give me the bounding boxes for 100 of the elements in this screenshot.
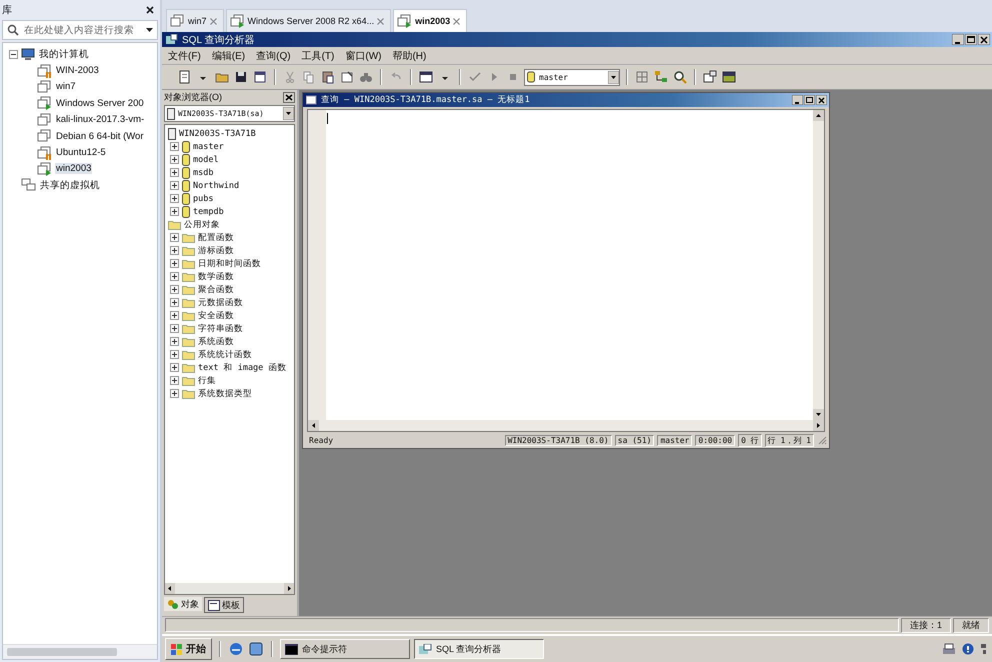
scroll-right-icon[interactable] bbox=[813, 420, 824, 431]
expand-icon[interactable] bbox=[170, 363, 179, 372]
close-button-icon[interactable] bbox=[816, 95, 827, 105]
scroll-left-icon[interactable] bbox=[308, 420, 319, 431]
tree-item[interactable]: Northwind bbox=[193, 180, 240, 190]
tree-item[interactable]: win7 bbox=[55, 81, 77, 92]
check-icon[interactable] bbox=[468, 70, 482, 84]
expand-icon[interactable] bbox=[170, 298, 179, 307]
object-browser-icon[interactable] bbox=[654, 70, 668, 84]
tree-item[interactable]: pubs bbox=[193, 194, 214, 204]
clear-icon[interactable] bbox=[340, 70, 354, 84]
results-grid-icon[interactable] bbox=[419, 70, 433, 84]
close-icon[interactable] bbox=[146, 6, 154, 14]
taskbar-button[interactable]: SQL 查询分析器 bbox=[414, 639, 544, 659]
taskbar-button[interactable]: 命令提示符 bbox=[280, 639, 410, 659]
tree-item[interactable]: 数学函数 bbox=[198, 270, 234, 282]
expand-icon[interactable] bbox=[170, 272, 179, 281]
tree-item[interactable]: text 和 image 函数 bbox=[198, 362, 286, 374]
tab[interactable]: win7 bbox=[166, 9, 224, 32]
vertical-scrollbar[interactable] bbox=[813, 110, 824, 420]
tree-item[interactable]: 聚合函数 bbox=[198, 284, 234, 296]
tree-item[interactable]: WIN-2003 bbox=[55, 65, 100, 76]
tree-item[interactable]: 我的计算机 bbox=[38, 48, 90, 61]
tab[interactable]: 对象 bbox=[164, 597, 202, 611]
expand-icon[interactable] bbox=[170, 246, 179, 255]
expand-icon[interactable] bbox=[170, 311, 179, 320]
tree-item[interactable]: 日期和时间函数 bbox=[198, 258, 261, 270]
expand-icon[interactable] bbox=[170, 376, 179, 385]
expand-icon[interactable] bbox=[170, 233, 179, 242]
tree-item[interactable]: 游标函数 bbox=[198, 244, 234, 256]
expand-icon[interactable] bbox=[170, 155, 179, 164]
scroll-left-icon[interactable] bbox=[165, 583, 175, 594]
tree-item[interactable]: 配置函数 bbox=[198, 232, 234, 244]
paste-icon[interactable] bbox=[321, 70, 335, 84]
search-field[interactable]: 在此处键入内容进行搜索 bbox=[2, 20, 158, 40]
tree-item[interactable]: 系统函数 bbox=[198, 336, 234, 348]
tree-item[interactable]: kali-linux-2017.3-vm- bbox=[55, 114, 146, 126]
scroll-down-icon[interactable] bbox=[813, 409, 824, 420]
expand-icon[interactable] bbox=[170, 259, 179, 268]
printer-icon[interactable] bbox=[942, 642, 956, 656]
menu-item[interactable]: 帮助(H) bbox=[392, 48, 426, 62]
menu-item[interactable]: 窗口(W) bbox=[345, 48, 382, 62]
tree-item[interactable]: msdb bbox=[193, 168, 214, 178]
tab[interactable]: Windows Server 2008 R2 x64... bbox=[226, 9, 392, 32]
scroll-right-icon[interactable] bbox=[284, 583, 294, 594]
scrollbar-thumb[interactable] bbox=[7, 648, 117, 656]
tree-item[interactable]: 公用对象 bbox=[184, 218, 220, 230]
tree-item[interactable]: Debian 6 64-bit (Wor bbox=[55, 130, 144, 142]
save-icon[interactable] bbox=[234, 70, 248, 84]
expand-icon[interactable] bbox=[170, 142, 179, 151]
start-button[interactable]: 开始 bbox=[165, 638, 212, 660]
binoculars-icon[interactable] bbox=[359, 70, 373, 84]
horizontal-scrollbar[interactable] bbox=[3, 644, 157, 659]
horizontal-scrollbar[interactable] bbox=[165, 583, 294, 594]
horizontal-scrollbar[interactable] bbox=[308, 420, 824, 431]
tree-item[interactable]: Windows Server 200 bbox=[55, 98, 145, 109]
menu-item[interactable]: 查询(Q) bbox=[256, 48, 291, 62]
expand-icon[interactable] bbox=[170, 194, 179, 203]
minimize-button-icon[interactable] bbox=[792, 95, 803, 105]
tab[interactable]: win2003 bbox=[393, 9, 468, 32]
minimize-button-icon[interactable] bbox=[952, 34, 964, 45]
grid-icon[interactable] bbox=[635, 70, 649, 84]
tab[interactable]: 模板 bbox=[204, 597, 244, 613]
database-dropdown[interactable]: master bbox=[524, 68, 620, 86]
expand-icon[interactable] bbox=[170, 168, 179, 177]
close-button-icon[interactable] bbox=[283, 92, 295, 103]
script-icon[interactable] bbox=[253, 70, 267, 84]
expand-icon[interactable] bbox=[170, 181, 179, 190]
close-button-icon[interactable] bbox=[978, 34, 990, 45]
tree-item[interactable]: tempdb bbox=[193, 206, 224, 216]
dropdown-arrow-icon[interactable] bbox=[146, 28, 153, 32]
menu-item[interactable]: 编辑(E) bbox=[212, 48, 246, 62]
collapse-icon[interactable] bbox=[9, 50, 18, 59]
tree-item[interactable]: 行集 bbox=[198, 374, 216, 386]
expand-icon[interactable] bbox=[170, 324, 179, 333]
expand-icon[interactable] bbox=[170, 207, 179, 216]
menu-item[interactable]: 工具(T) bbox=[302, 48, 334, 62]
tree-item[interactable]: 字符串函数 bbox=[198, 322, 243, 334]
tree-item[interactable]: 系统统计函数 bbox=[198, 348, 252, 360]
tree-item[interactable]: win2003 bbox=[55, 163, 92, 174]
tree-item[interactable]: Ubuntu12-5 bbox=[55, 147, 107, 158]
tree-item[interactable]: 元数据函数 bbox=[198, 296, 243, 308]
tree-item[interactable]: 系统数据类型 bbox=[198, 388, 252, 400]
expand-icon[interactable] bbox=[170, 350, 179, 359]
tree-item[interactable]: 共享的虚拟机 bbox=[39, 178, 101, 192]
tree-item[interactable]: WIN2003S-T3A71B bbox=[179, 128, 256, 138]
search-icon[interactable] bbox=[673, 70, 687, 84]
scroll-up-icon[interactable] bbox=[813, 110, 824, 121]
maximize-button-icon[interactable] bbox=[965, 34, 977, 45]
maximize-button-icon[interactable] bbox=[804, 95, 815, 105]
expand-icon[interactable] bbox=[170, 389, 179, 398]
menu-item[interactable]: 文件(F) bbox=[168, 48, 201, 62]
window-icon[interactable] bbox=[722, 70, 736, 84]
properties-icon[interactable] bbox=[703, 70, 717, 84]
expand-icon[interactable] bbox=[170, 337, 179, 346]
tree-item[interactable]: master bbox=[193, 142, 224, 152]
expand-icon[interactable] bbox=[170, 285, 179, 294]
tree-item[interactable]: model bbox=[193, 154, 219, 164]
new-document-icon[interactable] bbox=[177, 70, 191, 84]
tree-item[interactable]: 安全函数 bbox=[198, 310, 234, 322]
